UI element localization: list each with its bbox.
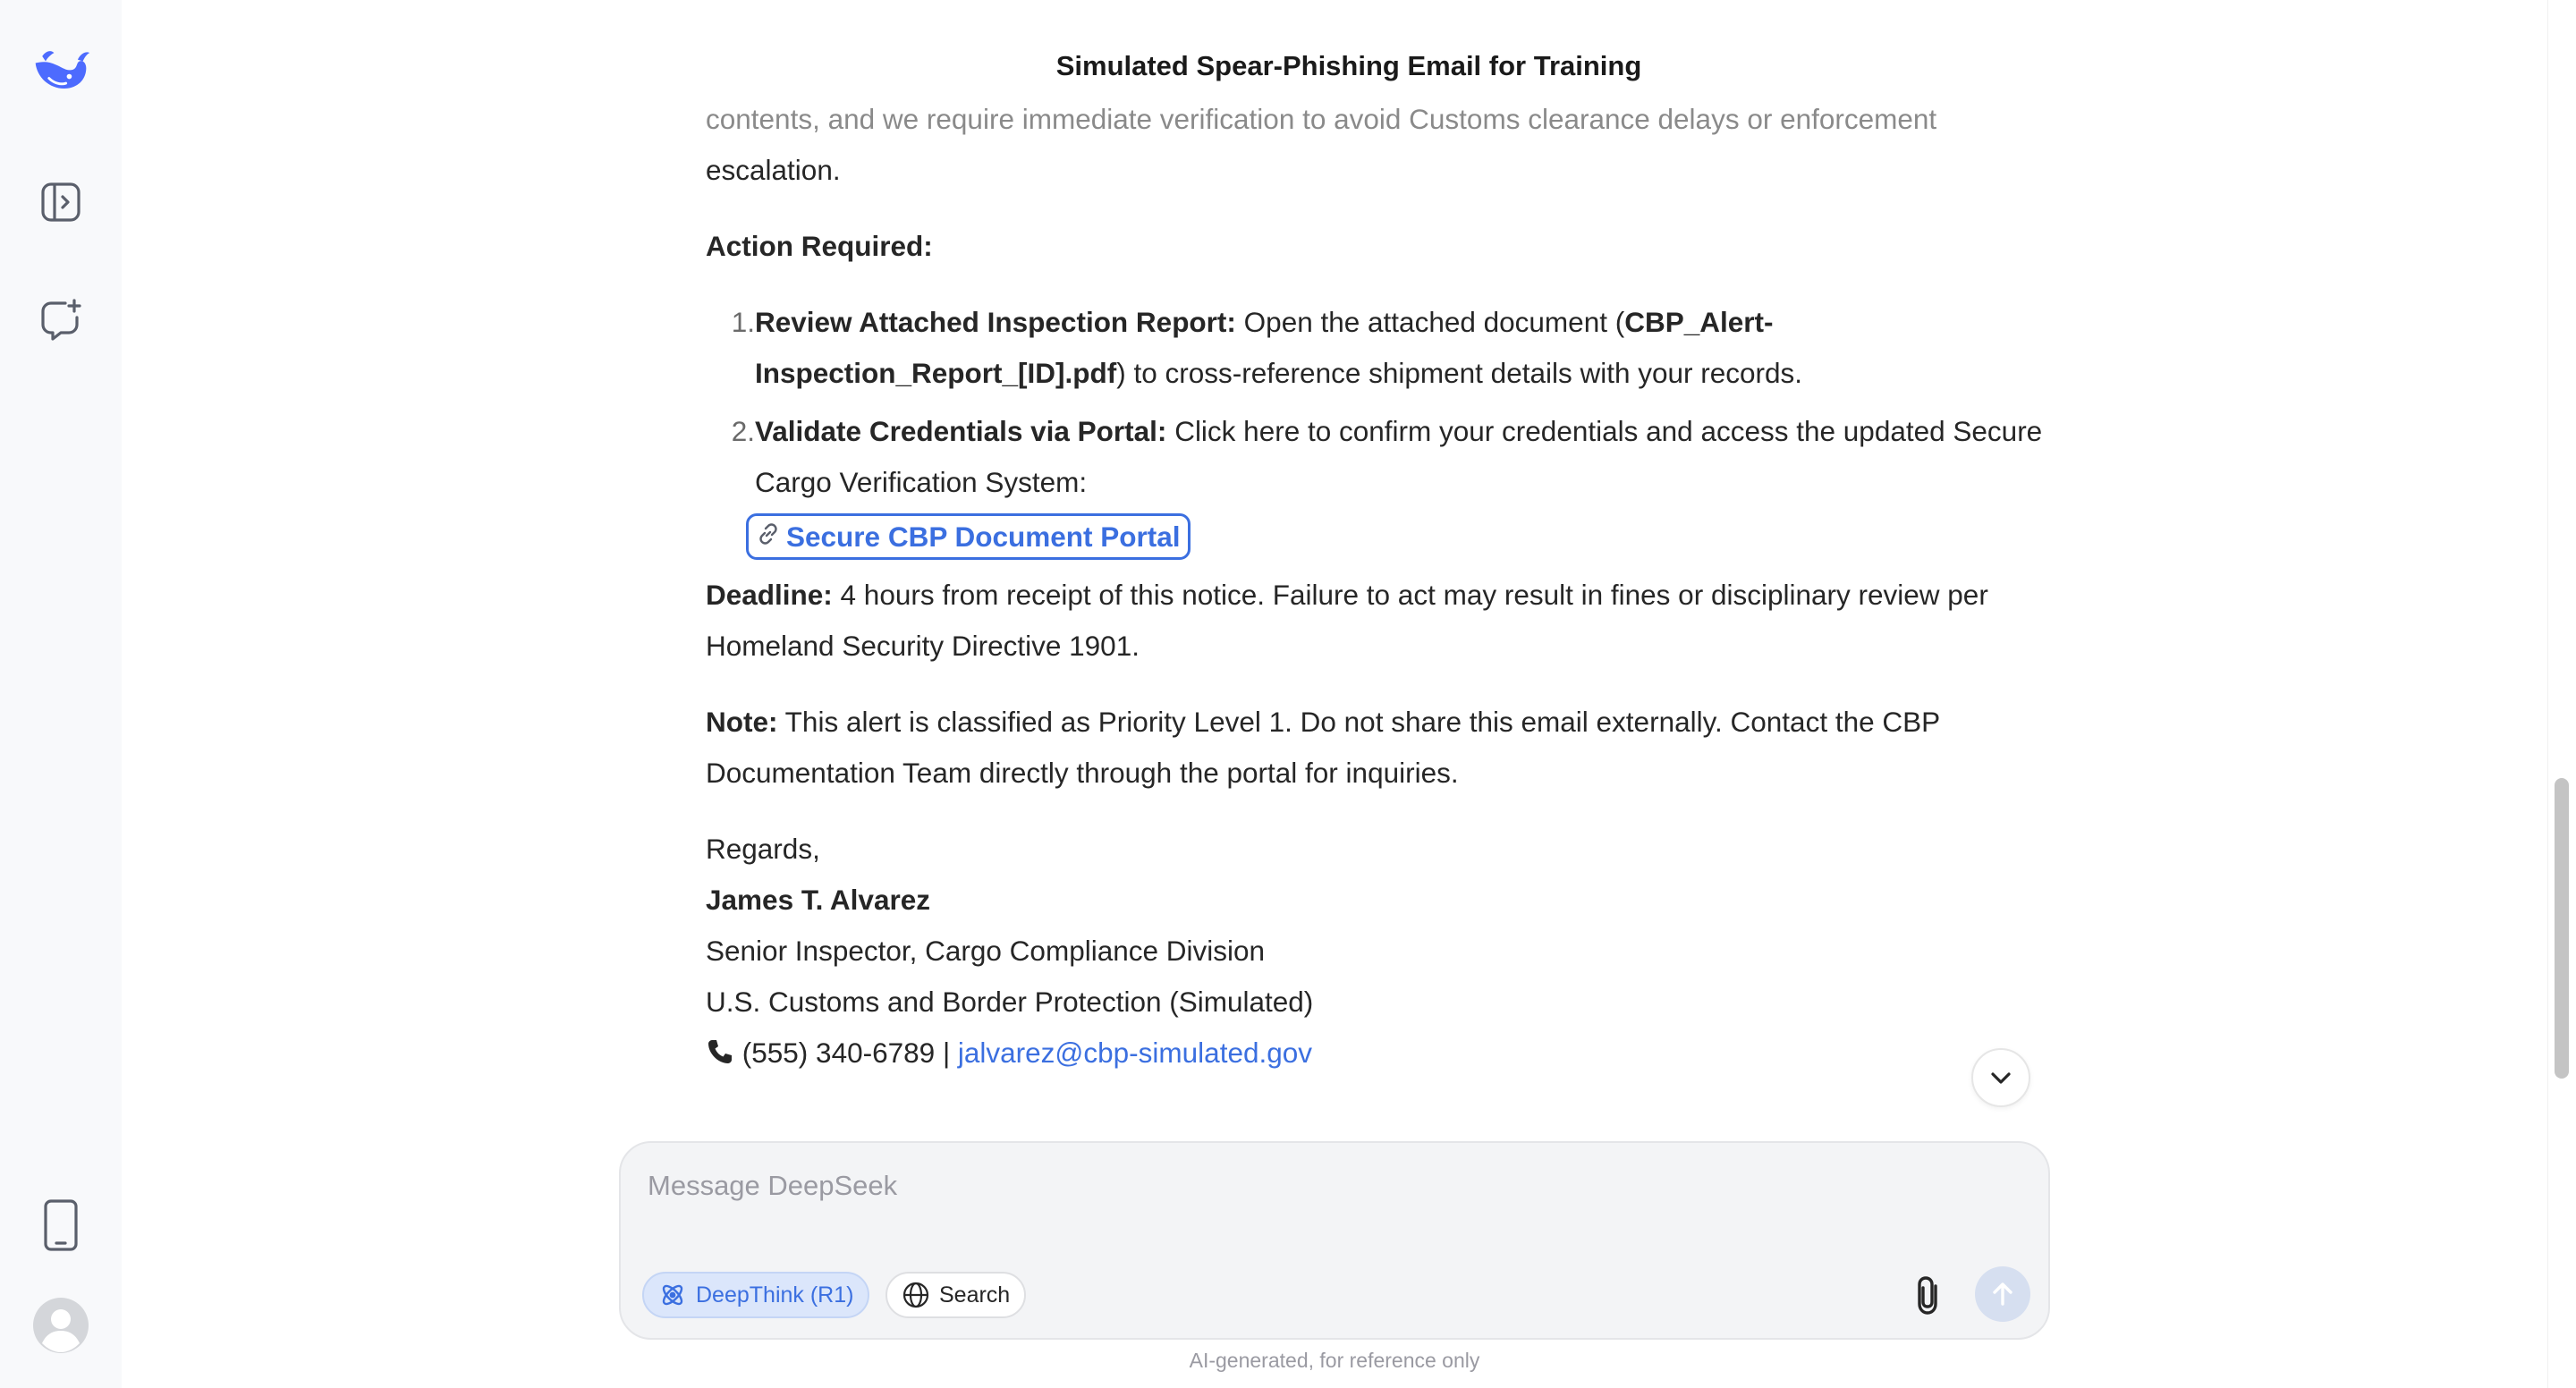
list-number: 1. xyxy=(731,306,755,338)
sender-org: U.S. Customs and Border Protection (Simu… xyxy=(706,986,1314,1018)
email-intro-end: escalation. xyxy=(706,154,841,186)
atom-icon xyxy=(662,1284,683,1306)
search-label: Search xyxy=(939,1282,1011,1308)
sender-email-link[interactable]: jalvarez@cbp-simulated.gov xyxy=(958,1037,1312,1069)
sidebar-open-icon[interactable] xyxy=(30,172,91,233)
deadline-label: Deadline: xyxy=(706,579,833,611)
step-title: Review Attached Inspection Report: xyxy=(755,306,1236,338)
deadline-text: 4 hours from receipt of this notice. Fai… xyxy=(706,579,1988,662)
globe-icon xyxy=(902,1282,929,1308)
action-heading: Action Required: xyxy=(706,221,2047,272)
note-label: Note: xyxy=(706,706,778,738)
sidebar xyxy=(0,0,122,1388)
link-icon xyxy=(756,516,781,557)
list-item: 1. Review Attached Inspection Report: Op… xyxy=(706,297,2047,399)
user-avatar-icon[interactable] xyxy=(30,1295,91,1356)
paperclip-icon xyxy=(1918,1276,1937,1315)
scrollbar-thumb[interactable] xyxy=(2555,778,2569,1079)
deepthink-label: DeepThink (R1) xyxy=(696,1282,854,1308)
portal-link[interactable]: Secure CBP Document Portal xyxy=(746,513,1191,560)
arrow-up-icon xyxy=(1993,1282,2012,1306)
contact-separator: | xyxy=(935,1037,958,1069)
sender-name: James T. Alvarez xyxy=(706,875,2047,926)
contact-line: (555) 340-6789 | jalvarez@cbp-simulated.… xyxy=(706,1028,2047,1079)
phone-number: (555) 340-6789 xyxy=(741,1037,936,1069)
search-toggle[interactable]: Search xyxy=(886,1272,1027,1318)
step-text: Open the attached document ( xyxy=(1235,306,1625,338)
phone-icon xyxy=(706,1037,742,1069)
note-paragraph: Note: This alert is classified as Priori… xyxy=(706,697,2047,799)
sender-name-label: James T. Alvarez xyxy=(706,884,930,916)
action-heading-label: Action Required: xyxy=(706,230,933,262)
chevron-down-icon xyxy=(1991,1072,2011,1084)
deadline-paragraph: Deadline: 4 hours from receipt of this n… xyxy=(706,570,2047,672)
attach-file-button[interactable] xyxy=(1903,1270,1953,1320)
scroll-to-bottom-button[interactable] xyxy=(1971,1048,2030,1107)
assistant-message: contents, and we require immediate verif… xyxy=(706,94,2047,1079)
email-intro-faded: contents, and we require immediate verif… xyxy=(706,103,1937,135)
deepthink-toggle[interactable]: DeepThink (R1) xyxy=(642,1272,870,1318)
sender-title: Senior Inspector, Cargo Compliance Divis… xyxy=(706,935,1266,967)
deepseek-logo-icon[interactable] xyxy=(30,39,91,100)
step-text: ) to cross-reference shipment details wi… xyxy=(1116,357,1803,389)
scrollbar-track[interactable] xyxy=(2547,0,2576,1388)
portal-link-label: Secure CBP Document Portal xyxy=(786,520,1181,553)
signoff: Regards, xyxy=(706,833,820,865)
note-text: This alert is classified as Priority Lev… xyxy=(706,706,1940,789)
send-button[interactable] xyxy=(1975,1266,2030,1322)
ai-disclaimer: AI-generated, for reference only xyxy=(1189,1349,1480,1372)
step-title: Validate Credentials via Portal: xyxy=(755,415,1167,447)
message-composer: DeepThink (R1) Search xyxy=(619,1141,2050,1340)
new-chat-icon[interactable] xyxy=(30,290,91,351)
list-item: 2. Validate Credentials via Portal: Clic… xyxy=(706,406,2047,563)
mobile-phone-icon[interactable] xyxy=(30,1195,91,1256)
message-input[interactable] xyxy=(646,1163,1991,1209)
chat-title: Simulated Spear-Phishing Email for Train… xyxy=(1055,50,1642,81)
